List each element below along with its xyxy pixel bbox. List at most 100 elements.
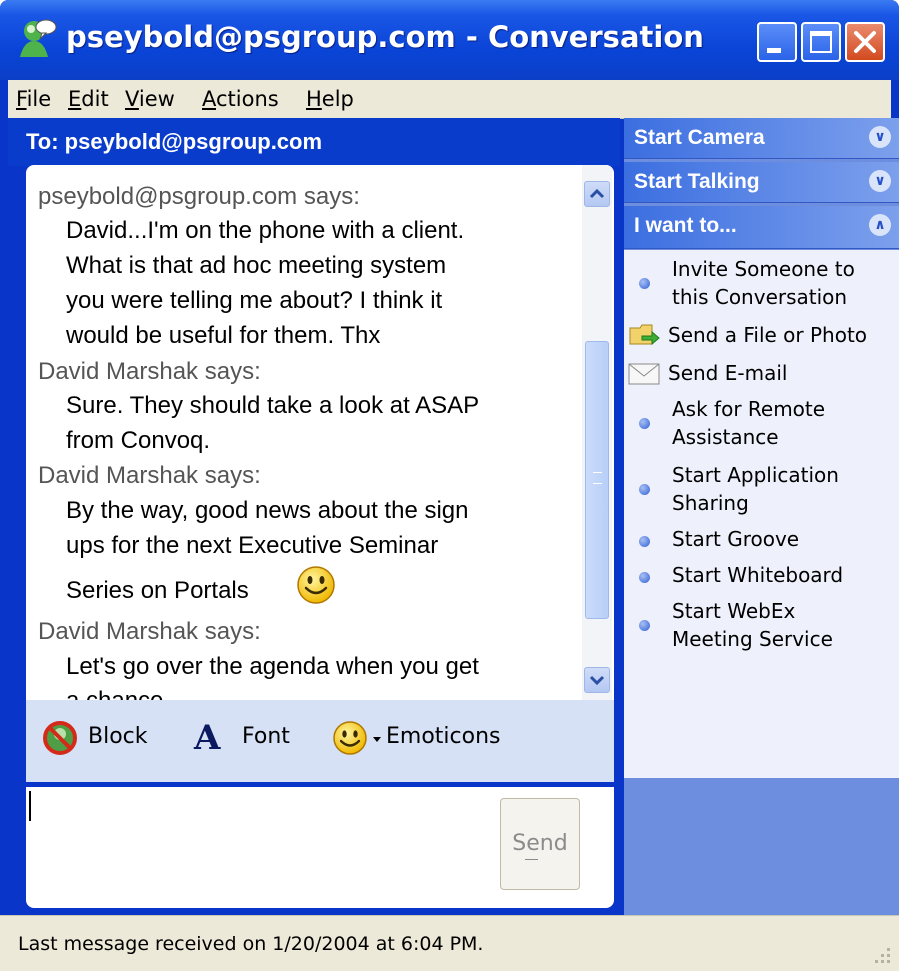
task-label: Send a File or Photo bbox=[668, 323, 868, 347]
message-sender: pseybold@psgroup.com says: bbox=[38, 183, 360, 210]
send-mnemonic-underline bbox=[525, 859, 538, 860]
task-label: Sharing bbox=[672, 491, 749, 515]
close-icon bbox=[854, 31, 876, 53]
message-sender: David Marshak says: bbox=[38, 462, 261, 489]
message-line: What is that ad hoc meeting system bbox=[66, 252, 447, 279]
chevron-up-icon bbox=[589, 188, 605, 199]
task-label: Start Groove bbox=[672, 527, 800, 551]
message-line: Let's go over the agenda when you get bbox=[66, 653, 479, 680]
recipient-bar: To: pseybold@psgroup.com bbox=[8, 118, 620, 166]
block-icon bbox=[43, 721, 77, 755]
task-label: Start Whiteboard bbox=[672, 563, 844, 587]
send-file-icon bbox=[629, 324, 660, 346]
start-camera-header[interactable]: Start Camera ∨ bbox=[624, 118, 899, 159]
i-want-to-header[interactable]: I want to... ∧ bbox=[624, 206, 899, 249]
conversation-history: pseybold@psgroup.com says: David...I'm o… bbox=[26, 165, 614, 700]
menu-actions[interactable]: Actions bbox=[202, 87, 279, 111]
minimize-icon bbox=[767, 48, 781, 53]
scroll-up-button[interactable] bbox=[584, 181, 610, 207]
message-sender: David Marshak says: bbox=[38, 618, 261, 645]
bullet-icon bbox=[639, 620, 650, 631]
message-sender: David Marshak says: bbox=[38, 358, 261, 385]
block-label: Block bbox=[88, 724, 148, 749]
task-send-email[interactable]: Send E-mail bbox=[624, 358, 899, 390]
chevron-down-icon bbox=[589, 675, 605, 686]
send-button[interactable]: Send bbox=[500, 798, 580, 890]
task-label: Send E-mail bbox=[668, 361, 788, 385]
messenger-buddy-icon bbox=[20, 19, 57, 57]
status-text: Last message received on 1/20/2004 at 6:… bbox=[18, 933, 484, 955]
menu-view[interactable]: View bbox=[125, 87, 175, 111]
task-start-webex[interactable]: Start WebEx Meeting Service bbox=[624, 598, 899, 654]
status-bar: Last message received on 1/20/2004 at 6:… bbox=[0, 915, 899, 971]
section-label: I want to... bbox=[634, 214, 737, 237]
task-label: Meeting Service bbox=[672, 627, 833, 651]
task-invite-someone[interactable]: Invite Someone to this Conversation bbox=[624, 256, 899, 312]
start-talking-header[interactable]: Start Talking ∨ bbox=[624, 162, 899, 203]
emoticons-button[interactable]: Emoticons bbox=[332, 716, 532, 762]
section-label: Start Camera bbox=[634, 126, 765, 149]
menu-file[interactable]: File bbox=[16, 87, 51, 111]
minimize-button[interactable] bbox=[757, 22, 797, 62]
bullet-icon bbox=[639, 572, 650, 583]
message-line: a chance bbox=[66, 687, 163, 700]
envelope-icon bbox=[628, 363, 660, 385]
recipient-label: To: pseybold@psgroup.com bbox=[26, 129, 323, 154]
expand-chevron-icon[interactable]: ∨ bbox=[869, 170, 891, 192]
menu-help[interactable]: Help bbox=[306, 87, 354, 111]
send-label: Send bbox=[512, 831, 568, 856]
expand-chevron-icon[interactable]: ∨ bbox=[869, 126, 891, 148]
collapse-chevron-icon[interactable]: ∧ bbox=[869, 214, 891, 236]
thumb-grip-icon bbox=[593, 472, 602, 484]
bullet-icon bbox=[639, 418, 650, 429]
smiley-icon bbox=[333, 721, 367, 755]
task-send-file[interactable]: Send a File or Photo bbox=[624, 320, 899, 352]
bullet-icon bbox=[639, 278, 650, 289]
bullet-icon bbox=[639, 536, 650, 547]
message-line: Sure. They should take a look at ASAP bbox=[66, 392, 480, 419]
message-list: pseybold@psgroup.com says: David...I'm o… bbox=[26, 165, 582, 700]
smiley-emoticon-icon bbox=[297, 566, 335, 604]
maximize-icon bbox=[810, 31, 832, 53]
task-application-sharing[interactable]: Start Application Sharing bbox=[624, 462, 899, 518]
font-icon: A bbox=[194, 718, 221, 758]
task-remote-assistance[interactable]: Ask for Remote Assistance bbox=[624, 396, 899, 452]
menu-bar: File Edit View Actions Help bbox=[8, 80, 891, 119]
format-toolbar: Block A Font Emoticons bbox=[26, 700, 614, 782]
scroll-down-button[interactable] bbox=[584, 667, 610, 693]
task-label: Assistance bbox=[672, 425, 779, 449]
message-line: you were telling me about? I think it bbox=[66, 287, 443, 314]
task-start-whiteboard[interactable]: Start Whiteboard bbox=[624, 562, 899, 594]
scroll-thumb[interactable] bbox=[585, 341, 609, 619]
message-line: from Convoq. bbox=[66, 427, 211, 454]
close-button[interactable] bbox=[845, 22, 885, 62]
font-label: Font bbox=[242, 724, 290, 749]
task-label: Ask for Remote bbox=[672, 397, 826, 421]
message-input[interactable]: Send bbox=[26, 787, 614, 908]
maximize-button[interactable] bbox=[801, 22, 841, 62]
text-caret bbox=[29, 791, 31, 821]
section-label: Start Talking bbox=[634, 170, 760, 193]
dropdown-arrow-icon bbox=[373, 737, 381, 742]
vertical-scrollbar[interactable] bbox=[582, 165, 612, 700]
message-line: would be useful for them. Thx bbox=[66, 322, 381, 349]
block-button[interactable]: Block bbox=[42, 716, 162, 762]
resize-grip-icon[interactable] bbox=[871, 944, 893, 966]
emoticons-label: Emoticons bbox=[386, 724, 501, 749]
task-label: Start WebEx bbox=[672, 599, 796, 623]
message-line: David...I'm on the phone with a client. bbox=[66, 217, 465, 244]
task-start-groove[interactable]: Start Groove bbox=[624, 526, 899, 558]
conversation-window: pseybold@psgroup.com - Conversation File… bbox=[0, 0, 899, 971]
title-bar[interactable]: pseybold@psgroup.com - Conversation bbox=[0, 0, 899, 80]
message-line: ups for the next Executive Seminar bbox=[66, 532, 439, 559]
task-label: this Conversation bbox=[672, 285, 848, 309]
task-label: Invite Someone to bbox=[672, 257, 855, 281]
task-list: Invite Someone to this Conversation Send… bbox=[624, 250, 899, 778]
font-button[interactable]: A Font bbox=[194, 716, 314, 762]
message-line: By the way, good news about the sign bbox=[66, 497, 469, 524]
window-title: pseybold@psgroup.com - Conversation bbox=[66, 20, 704, 54]
message-line: Series on Portals bbox=[66, 577, 249, 604]
bullet-icon bbox=[639, 484, 650, 495]
menu-edit[interactable]: Edit bbox=[68, 87, 109, 111]
task-pane: Start Camera ∨ Start Talking ∨ I want to… bbox=[624, 118, 899, 915]
